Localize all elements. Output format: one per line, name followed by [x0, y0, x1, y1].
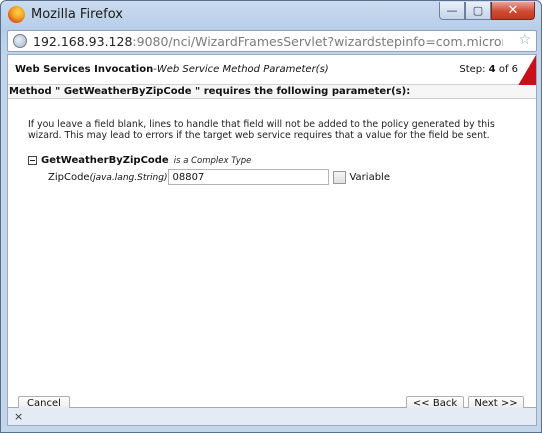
- complex-type-name: GetWeatherByZipCode: [41, 155, 169, 166]
- minimize-icon: —: [446, 4, 458, 17]
- minimize-button[interactable]: —: [439, 2, 465, 20]
- wizard-header: Web Services Invocation-Web Service Meth…: [8, 55, 536, 99]
- close-icon: ✕: [507, 3, 519, 18]
- bookmark-star-icon[interactable]: ☆: [518, 32, 531, 48]
- firefox-logo-icon: [8, 6, 25, 23]
- url-text[interactable]: 192.168.93.128:9080/nci/WizardFramesServ…: [33, 34, 503, 49]
- zipcode-input[interactable]: [168, 169, 330, 185]
- complex-type-label: is a Complex Type: [173, 155, 252, 166]
- page-content: Web Services Invocation-Web Service Meth…: [7, 54, 537, 412]
- title-bar: Mozilla Firefox — ▢ ✕: [1, 1, 541, 29]
- close-findbar-icon[interactable]: ×: [14, 410, 23, 423]
- variable-checkbox[interactable]: [333, 170, 347, 184]
- parameter-row: ZipCode(java.lang.String) Variable: [48, 169, 390, 185]
- variable-label: Variable: [349, 171, 390, 183]
- wizard-title-sub: Web Service Method Parameter(s): [156, 64, 329, 75]
- param-type: (java.lang.String): [89, 172, 168, 183]
- maximize-icon: ▢: [472, 4, 484, 17]
- window-controls: — ▢ ✕: [439, 2, 535, 20]
- url-path: :9080/nci/WizardFramesServlet?wizardstep…: [132, 34, 503, 49]
- status-bar: ×: [7, 408, 537, 426]
- step-prefix: Step:: [459, 64, 489, 75]
- url-host: 192.168.93.128: [33, 34, 133, 49]
- maximize-button[interactable]: ▢: [465, 2, 491, 20]
- step-current: 4: [488, 64, 496, 75]
- param-name: ZipCode: [48, 171, 90, 183]
- close-button[interactable]: ✕: [491, 2, 535, 20]
- param-label: ZipCode(java.lang.String): [48, 172, 167, 183]
- wizard-title: Web Services Invocation-Web Service Meth…: [15, 64, 329, 75]
- browser-window: Mozilla Firefox — ▢ ✕ 192.168.93.128:908…: [0, 0, 542, 433]
- collapse-icon[interactable]: [28, 156, 37, 165]
- wizard-title-main: Web Services Invocation: [15, 64, 154, 75]
- blank-field-notice: If you leave a field blank, lines to han…: [28, 119, 495, 141]
- complex-type-row: GetWeatherByZipCode is a Complex Type: [28, 155, 251, 166]
- globe-icon: [13, 34, 27, 48]
- window-title: Mozilla Firefox: [31, 7, 123, 22]
- method-heading: Method " GetWeatherByZipCode " requires …: [8, 85, 536, 99]
- address-bar[interactable]: 192.168.93.128:9080/nci/WizardFramesServ…: [7, 30, 537, 52]
